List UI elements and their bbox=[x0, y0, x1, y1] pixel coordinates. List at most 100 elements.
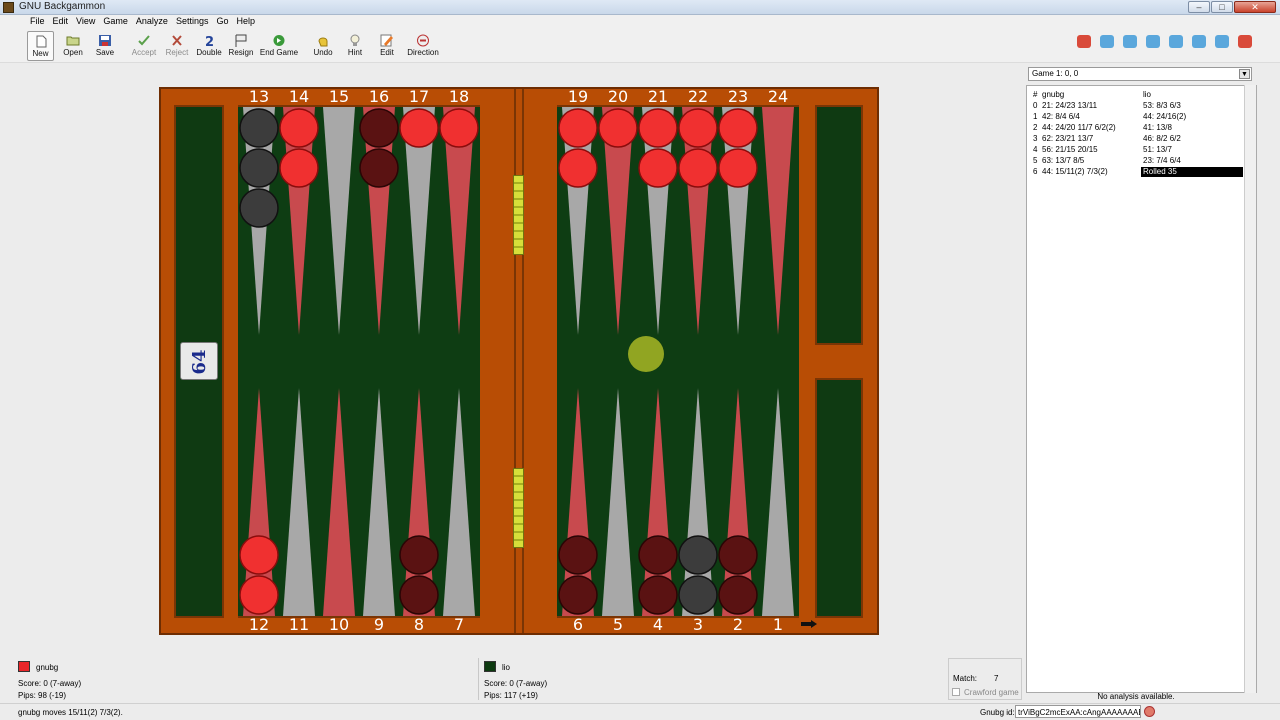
checker-red[interactable] bbox=[279, 108, 319, 148]
checker-red[interactable] bbox=[678, 148, 718, 188]
checker-maroon[interactable] bbox=[558, 575, 598, 615]
point-number: 23 bbox=[727, 87, 749, 106]
player-name[interactable]: gnubg bbox=[36, 663, 58, 672]
point-number: 13 bbox=[248, 87, 270, 106]
player-name[interactable]: lio bbox=[502, 663, 510, 672]
move-number: 4 bbox=[1033, 145, 1038, 154]
point-number: 6 bbox=[572, 615, 584, 634]
move-lio[interactable]: 46: 8/2 6/2 bbox=[1143, 134, 1181, 143]
move-gnubg[interactable]: 56: 21/15 20/15 bbox=[1042, 145, 1098, 154]
checker-red[interactable] bbox=[638, 148, 678, 188]
checker-maroon[interactable] bbox=[399, 535, 439, 575]
point-24[interactable] bbox=[762, 107, 794, 335]
checker-maroon[interactable] bbox=[399, 575, 439, 615]
checker-maroon[interactable] bbox=[718, 575, 758, 615]
move-lio[interactable]: Rolled 35 bbox=[1141, 167, 1243, 177]
move-number: 3 bbox=[1033, 134, 1038, 143]
status-message: gnubg moves 15/11(2) 7/3(2). bbox=[18, 708, 123, 717]
checker-red[interactable] bbox=[718, 148, 758, 188]
checker-dark[interactable] bbox=[239, 108, 279, 148]
point-11[interactable] bbox=[283, 388, 315, 616]
point-number: 19 bbox=[567, 87, 589, 106]
point-number: 20 bbox=[607, 87, 629, 106]
checker-red[interactable] bbox=[439, 108, 479, 148]
game-select-value: Game 1: 0, 0 bbox=[1032, 69, 1079, 78]
point-1[interactable] bbox=[762, 388, 794, 616]
move-gnubg[interactable]: 44: 24/20 11/7 6/2(2) bbox=[1042, 123, 1116, 132]
point-number: 18 bbox=[448, 87, 470, 106]
move-lio[interactable]: 51: 13/7 bbox=[1143, 145, 1172, 154]
point-9[interactable] bbox=[363, 388, 395, 616]
point-7[interactable] bbox=[443, 388, 475, 616]
point-number: 5 bbox=[612, 615, 624, 634]
move-list[interactable]: # gnubg lio 0 21: 24/23 13/11 53: 8/3 6/3 1… bbox=[1026, 85, 1257, 693]
player-pips: Pips: 117 (+19) bbox=[484, 691, 538, 700]
game-select-dropdown[interactable]: Game 1: 0, 0 ▼ bbox=[1028, 67, 1252, 81]
movelist-scrollbar[interactable] bbox=[1244, 85, 1256, 693]
move-lio[interactable]: 23: 7/4 6/4 bbox=[1143, 156, 1181, 165]
checker-red[interactable] bbox=[678, 108, 718, 148]
move-number: 6 bbox=[1033, 167, 1038, 176]
stop-icon[interactable] bbox=[1144, 706, 1155, 717]
checker-red[interactable] bbox=[279, 148, 319, 188]
move-row[interactable]: 2 44: 24/20 11/7 6/2(2) 41: 13/8 bbox=[1027, 123, 1243, 133]
player-panel-lio: lio Score: 0 (7-away) Pips: 117 (+19) bbox=[484, 658, 924, 700]
move-gnubg[interactable]: 62: 23/21 13/7 bbox=[1042, 134, 1093, 143]
point-number: 17 bbox=[408, 87, 430, 106]
move-row[interactable]: 6 44: 15/11(2) 7/3(2) Rolled 35 bbox=[1027, 167, 1243, 177]
gnubg-id-field[interactable]: trViBgC2mcExAA:cAngAAAAAAAE bbox=[1015, 705, 1141, 718]
move-gnubg[interactable]: 21: 24/23 13/11 bbox=[1042, 101, 1097, 110]
move-row[interactable]: 4 56: 21/15 20/15 51: 13/7 bbox=[1027, 145, 1243, 155]
header-lio[interactable]: lio bbox=[1143, 90, 1151, 99]
checker-red[interactable] bbox=[598, 108, 638, 148]
checker-maroon[interactable] bbox=[359, 108, 399, 148]
move-lio[interactable]: 44: 24/16(2) bbox=[1143, 112, 1186, 121]
checker-red[interactable] bbox=[239, 575, 279, 615]
checker-maroon[interactable] bbox=[558, 535, 598, 575]
move-number: 0 bbox=[1033, 101, 1038, 110]
crawford-checkbox[interactable] bbox=[952, 688, 960, 696]
mouse-cursor-highlight bbox=[628, 336, 664, 372]
point-number: 22 bbox=[687, 87, 709, 106]
point-number: 14 bbox=[288, 87, 310, 106]
checker-red[interactable] bbox=[239, 535, 279, 575]
crawford-label: Crawford game bbox=[964, 688, 1019, 697]
point-5[interactable] bbox=[602, 388, 634, 616]
checker-maroon[interactable] bbox=[638, 575, 678, 615]
point-number: 9 bbox=[373, 615, 385, 634]
move-row[interactable]: 1 42: 8/4 6/4 44: 24/16(2) bbox=[1027, 112, 1243, 122]
point-number: 12 bbox=[248, 615, 270, 634]
move-row[interactable]: 3 62: 23/21 13/7 46: 8/2 6/2 bbox=[1027, 134, 1243, 144]
checker-maroon[interactable] bbox=[359, 148, 399, 188]
match-length: 7 bbox=[994, 674, 999, 683]
checker-red[interactable] bbox=[399, 108, 439, 148]
checker-maroon[interactable] bbox=[718, 535, 758, 575]
checker-red[interactable] bbox=[558, 148, 598, 188]
move-gnubg[interactable]: 42: 8/4 6/4 bbox=[1042, 112, 1080, 121]
doubling-cube[interactable]: 64 bbox=[180, 342, 218, 380]
player-score: Score: 0 (7-away) bbox=[18, 679, 82, 688]
move-number: 5 bbox=[1033, 156, 1038, 165]
header-gnubg[interactable]: gnubg bbox=[1042, 90, 1064, 99]
move-lio[interactable]: 53: 8/3 6/3 bbox=[1143, 101, 1181, 110]
move-row[interactable]: 0 21: 24/23 13/11 53: 8/3 6/3 bbox=[1027, 101, 1243, 111]
checker-dark[interactable] bbox=[239, 188, 279, 228]
checker-maroon[interactable] bbox=[638, 535, 678, 575]
analysis-status: No analysis available. bbox=[1097, 692, 1175, 701]
point-10[interactable] bbox=[323, 388, 355, 616]
match-label: Match: bbox=[953, 674, 978, 683]
point-number: 24 bbox=[767, 87, 789, 106]
move-gnubg[interactable]: 44: 15/11(2) 7/3(2) bbox=[1042, 167, 1108, 176]
checker-red[interactable] bbox=[638, 108, 678, 148]
checker-red[interactable] bbox=[718, 108, 758, 148]
checker-dark[interactable] bbox=[239, 148, 279, 188]
checker-red[interactable] bbox=[558, 108, 598, 148]
match-info: Match: 7 Crawford game bbox=[948, 658, 1022, 700]
checker-dark[interactable] bbox=[678, 535, 718, 575]
checker-dark[interactable] bbox=[678, 575, 718, 615]
move-lio[interactable]: 41: 13/8 bbox=[1143, 123, 1172, 132]
move-gnubg[interactable]: 63: 13/7 8/5 bbox=[1042, 156, 1084, 165]
point-15[interactable] bbox=[323, 107, 355, 335]
move-row[interactable]: 5 63: 13/7 8/5 23: 7/4 6/4 bbox=[1027, 156, 1243, 166]
chevron-down-icon[interactable]: ▼ bbox=[1239, 69, 1250, 79]
